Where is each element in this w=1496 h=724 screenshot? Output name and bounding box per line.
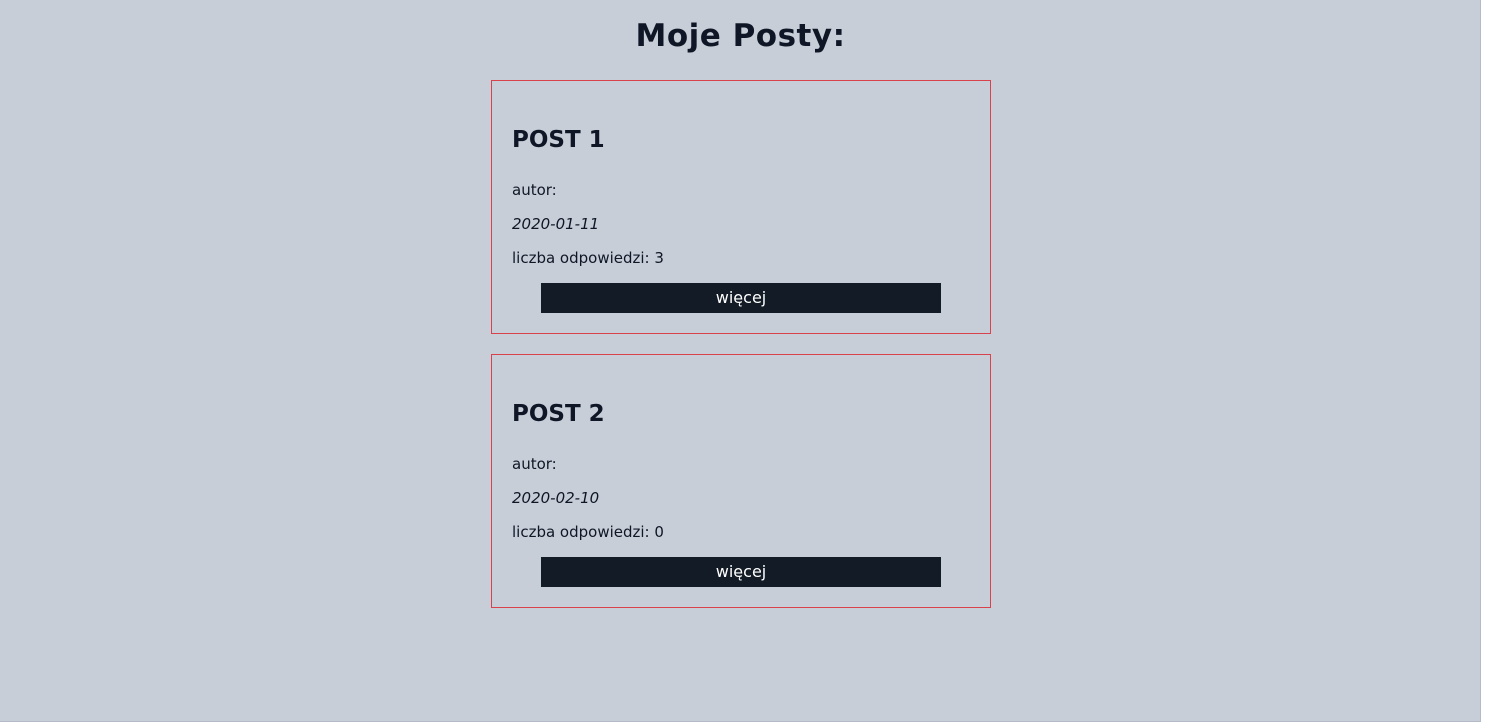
post-date: 2020-01-11	[512, 215, 600, 233]
more-button[interactable]: więcej	[541, 557, 941, 587]
post-title: POST 2	[512, 401, 605, 427]
more-button[interactable]: więcej	[541, 283, 941, 313]
post-replies-count: liczba odpowiedzi: 0	[512, 523, 664, 541]
post-title: POST 1	[512, 127, 605, 153]
page-title: Moje Posty:	[635, 18, 846, 54]
post-date: 2020-02-10	[512, 489, 600, 507]
post-card: POST 2 autor: 2020-02-10 liczba odpowied…	[491, 354, 991, 608]
post-author: autor:	[512, 181, 557, 199]
post-author: autor:	[512, 455, 557, 473]
post-card: POST 1 autor: 2020-01-11 liczba odpowied…	[491, 80, 991, 334]
page-background: Moje Posty: POST 1 autor: 2020-01-11 lic…	[0, 0, 1481, 722]
post-replies-count: liczba odpowiedzi: 3	[512, 249, 664, 267]
